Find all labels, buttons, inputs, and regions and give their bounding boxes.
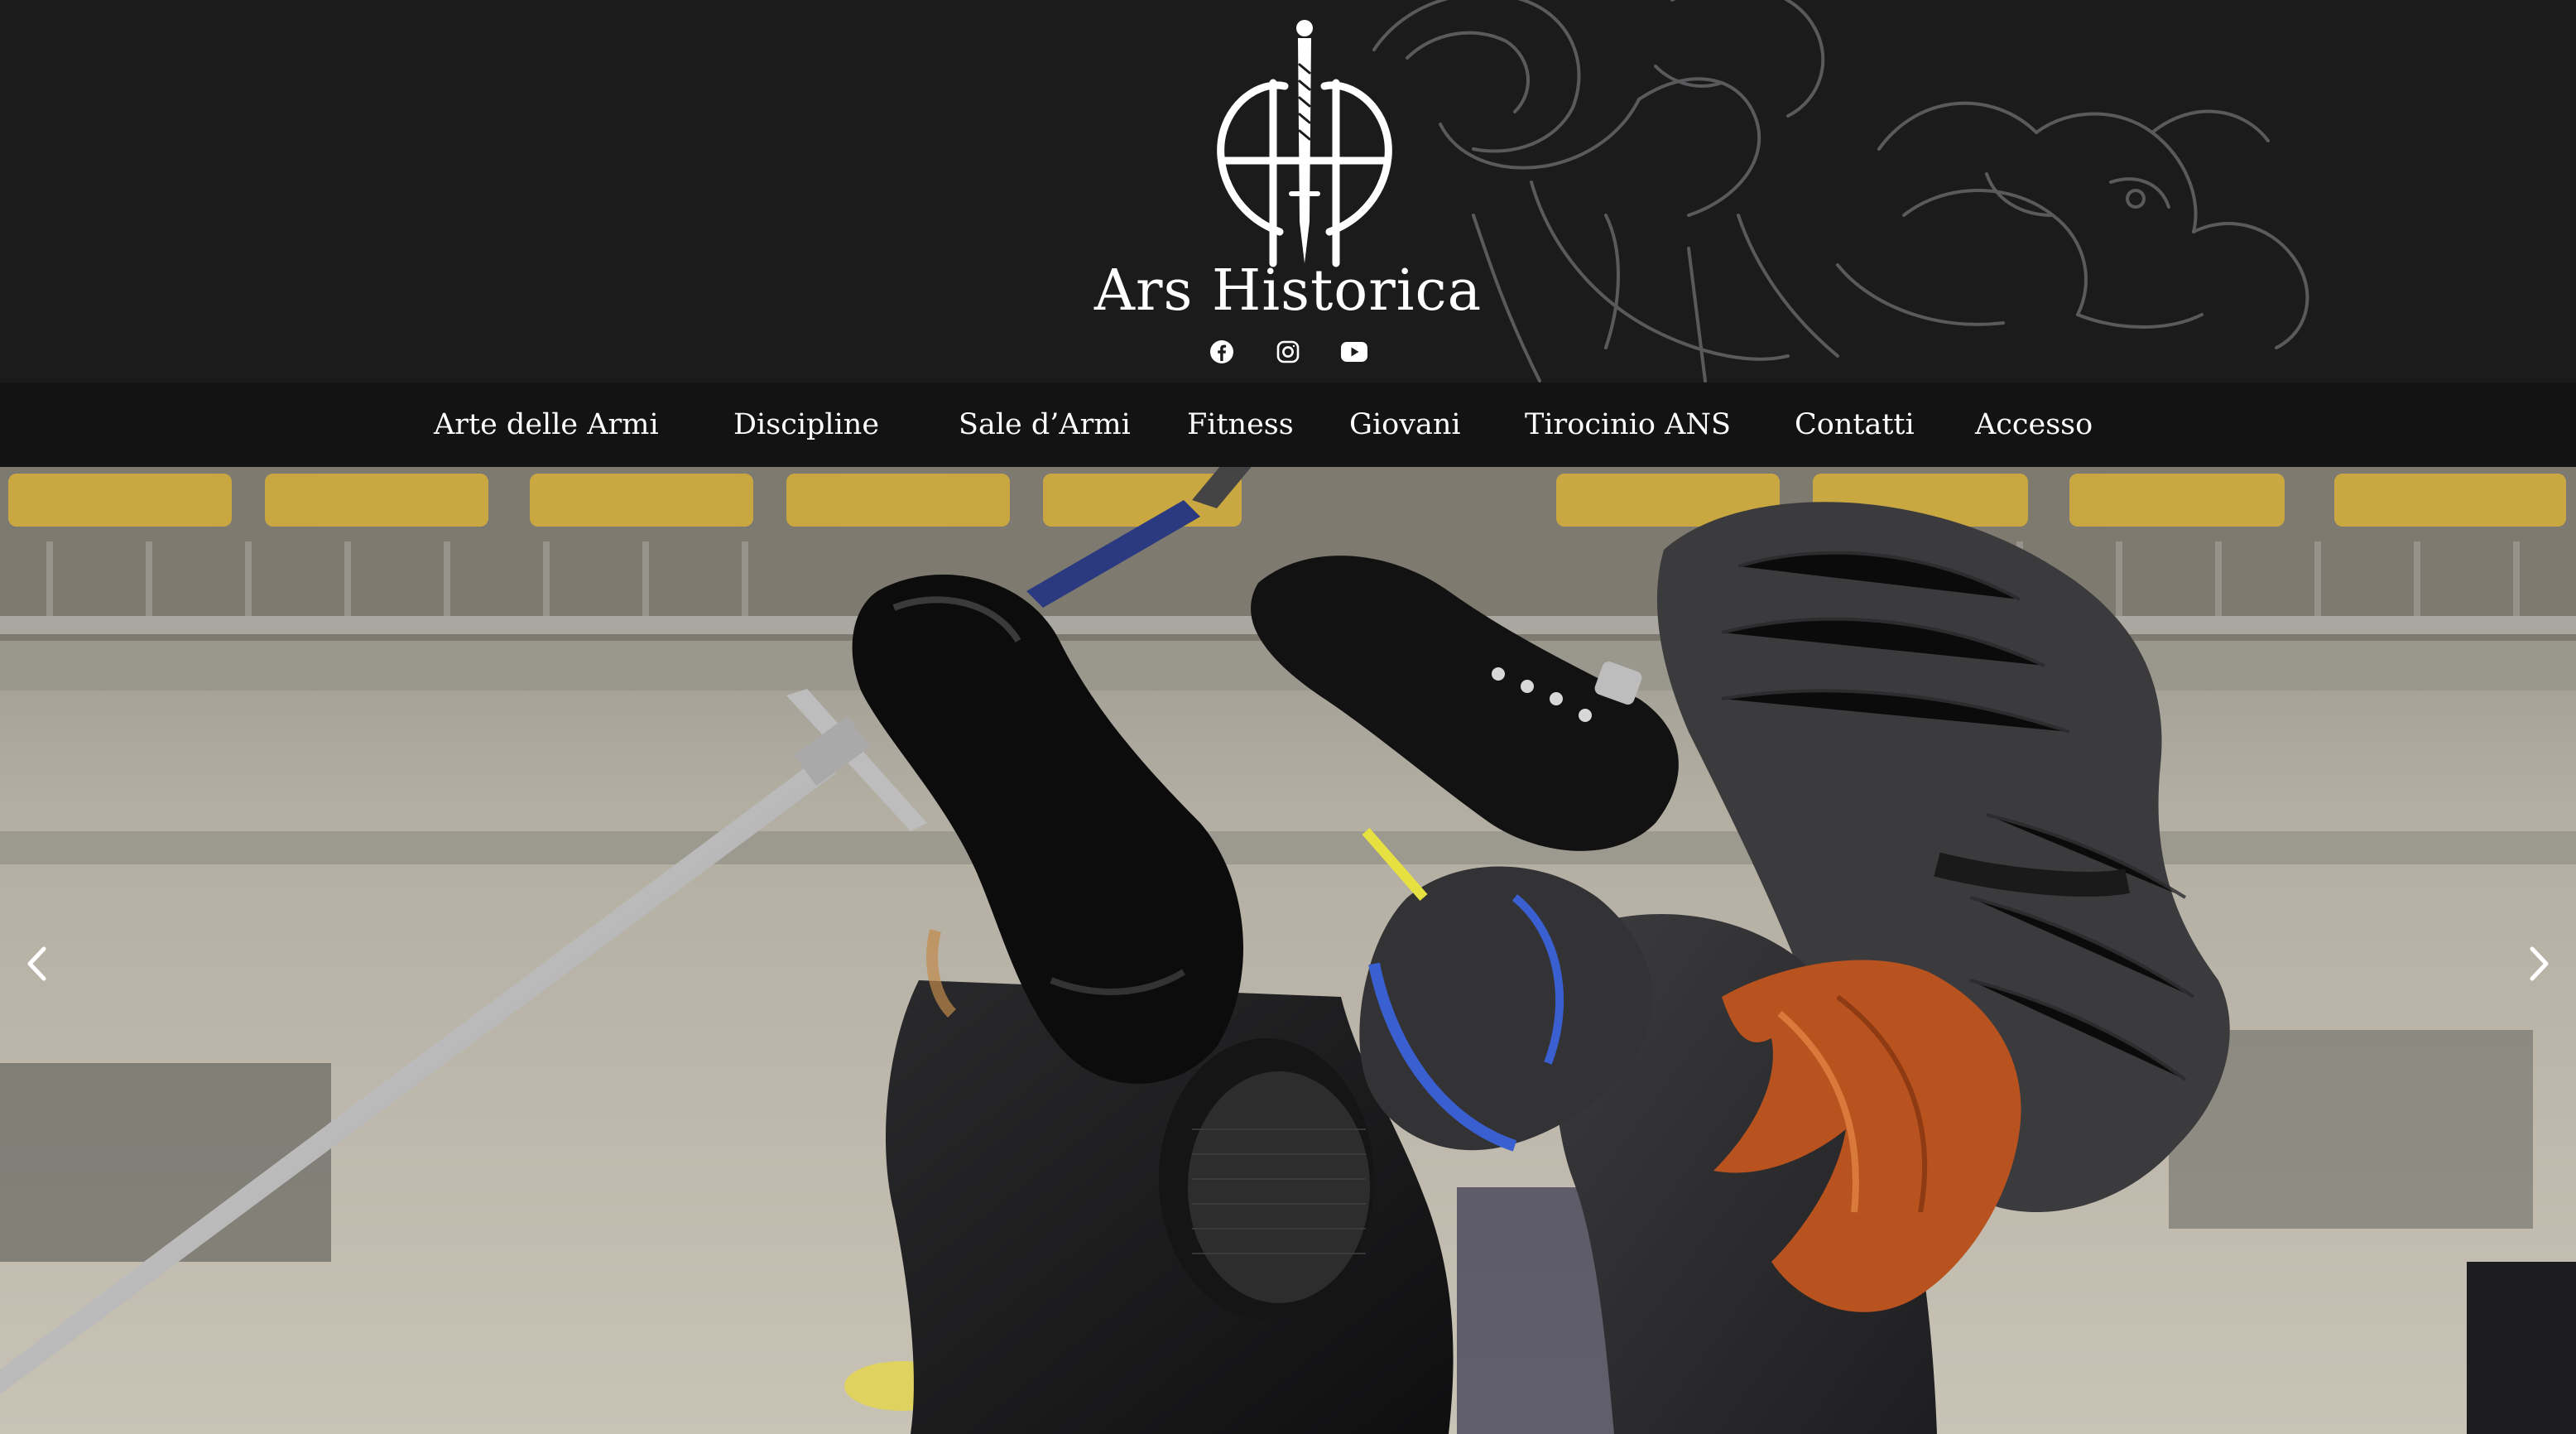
fencers-sparring-photo <box>0 467 2576 1434</box>
sword-monogram-icon[interactable] <box>1205 15 1404 272</box>
nav-item-contatti[interactable]: Contatti <box>1795 383 1915 467</box>
instagram-icon[interactable] <box>1274 338 1302 366</box>
nav-item-arte-delle-armi[interactable]: Arte delle Armi <box>434 383 659 467</box>
chevron-left-icon <box>27 946 46 981</box>
site-header: Ars Historica <box>0 0 2576 383</box>
nav-item-fitness[interactable]: Fitness <box>1187 383 1294 467</box>
chevron-right-icon <box>2530 946 2549 981</box>
site-title[interactable]: Ars Historica <box>0 263 2576 320</box>
hero-slider <box>0 467 2576 1434</box>
nav-item-giovani[interactable]: Giovani <box>1349 383 1461 467</box>
main-nav: Arte delle Armi Discipline Sale d’Armi F… <box>0 383 2576 467</box>
social-links <box>0 338 2576 366</box>
nav-item-sale-darmi[interactable]: Sale d’Armi <box>959 383 1131 467</box>
slider-next-button[interactable] <box>2515 931 2564 997</box>
youtube-icon[interactable] <box>1340 338 1368 366</box>
slider-prev-button[interactable] <box>12 931 61 997</box>
nav-item-discipline[interactable]: Discipline <box>733 383 879 467</box>
nav-item-tirocinio-ans[interactable]: Tirocinio ANS <box>1525 383 1731 467</box>
facebook-icon[interactable] <box>1208 338 1236 366</box>
nav-item-accesso[interactable]: Accesso <box>1975 383 2093 467</box>
